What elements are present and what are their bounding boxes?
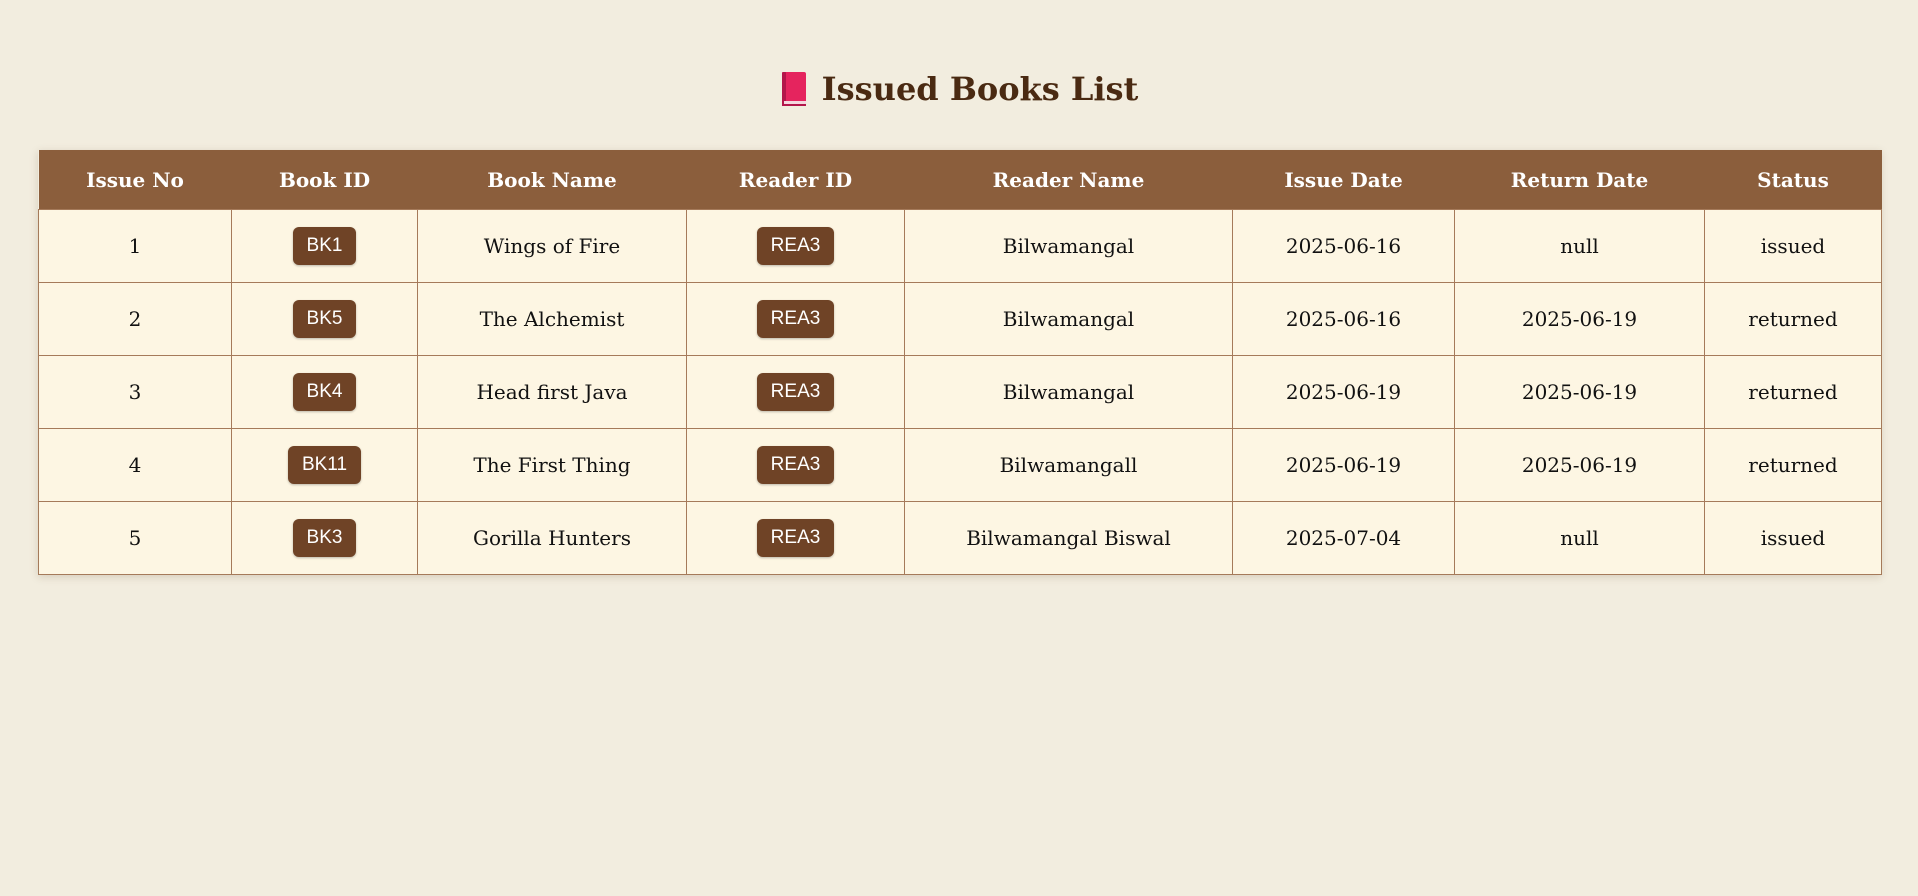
issue-no-cell: 2	[38, 282, 232, 356]
reader-id-badge: REA3	[756, 373, 835, 411]
table-header-row: Issue No Book ID Book Name Reader ID Rea…	[38, 150, 1882, 210]
issue-no-cell: 4	[38, 428, 232, 502]
issue-no-cell: 1	[38, 209, 232, 283]
book-id-cell: BK3	[231, 501, 418, 575]
column-header-book-id: Book ID	[231, 150, 418, 210]
reader-id-cell: REA3	[686, 282, 905, 356]
table-row: 1 BK1 Wings of Fire REA3 Bilwamangal 202…	[38, 209, 1882, 283]
book-id-badge: BK4	[292, 373, 357, 411]
table-row: 5 BK3 Gorilla Hunters REA3 Bilwamangal B…	[38, 501, 1882, 575]
issue-date-cell: 2025-06-19	[1232, 428, 1455, 502]
status-cell: returned	[1704, 355, 1882, 429]
book-id-cell: BK1	[231, 209, 418, 283]
return-date-cell: 2025-06-19	[1454, 428, 1705, 502]
column-header-status: Status	[1704, 150, 1882, 210]
book-id-cell: BK4	[231, 355, 418, 429]
book-name-cell: Gorilla Hunters	[417, 501, 687, 575]
column-header-return-date: Return Date	[1454, 150, 1705, 210]
issued-books-table-container: Issue No Book ID Book Name Reader ID Rea…	[38, 150, 1882, 575]
reader-id-badge: REA3	[756, 300, 835, 338]
return-date-cell: 2025-06-19	[1454, 282, 1705, 356]
reader-id-badge: REA3	[756, 227, 835, 265]
status-cell: issued	[1704, 209, 1882, 283]
issue-date-cell: 2025-06-16	[1232, 209, 1455, 283]
book-name-cell: The First Thing	[417, 428, 687, 502]
reader-name-cell: Bilwamangal Biswal	[904, 501, 1233, 575]
book-name-cell: Wings of Fire	[417, 209, 687, 283]
reader-id-badge: REA3	[756, 446, 835, 484]
page-title-container: Issued Books List	[780, 66, 1139, 112]
reader-id-cell: REA3	[686, 209, 905, 283]
column-header-issue-no: Issue No	[38, 150, 232, 210]
issue-date-cell: 2025-07-04	[1232, 501, 1455, 575]
column-header-book-name: Book Name	[417, 150, 687, 210]
book-id-cell: BK11	[231, 428, 418, 502]
book-id-badge: BK11	[287, 446, 362, 484]
return-date-cell: null	[1454, 209, 1705, 283]
book-id-badge: BK1	[292, 227, 357, 265]
page-title: Issued Books List	[821, 70, 1139, 108]
reader-id-cell: REA3	[686, 501, 905, 575]
closed-book-icon	[780, 71, 808, 107]
table-row: 3 BK4 Head first Java REA3 Bilwamangal 2…	[38, 355, 1882, 429]
column-header-reader-id: Reader ID	[686, 150, 905, 210]
reader-name-cell: Bilwamangall	[904, 428, 1233, 502]
issue-no-cell: 5	[38, 501, 232, 575]
issued-books-table: Issue No Book ID Book Name Reader ID Rea…	[38, 150, 1882, 575]
return-date-cell: null	[1454, 501, 1705, 575]
table-row: 2 BK5 The Alchemist REA3 Bilwamangal 202…	[38, 282, 1882, 356]
book-name-cell: The Alchemist	[417, 282, 687, 356]
book-id-cell: BK5	[231, 282, 418, 356]
book-id-badge: BK5	[292, 300, 357, 338]
reader-name-cell: Bilwamangal	[904, 355, 1233, 429]
reader-name-cell: Bilwamangal	[904, 209, 1233, 283]
status-cell: issued	[1704, 501, 1882, 575]
issue-date-cell: 2025-06-16	[1232, 282, 1455, 356]
reader-name-cell: Bilwamangal	[904, 282, 1233, 356]
status-cell: returned	[1704, 282, 1882, 356]
table-row: 4 BK11 The First Thing REA3 Bilwamangall…	[38, 428, 1882, 502]
reader-id-cell: REA3	[686, 355, 905, 429]
issue-no-cell: 3	[38, 355, 232, 429]
book-name-cell: Head first Java	[417, 355, 687, 429]
page-header: Issued Books List	[0, 66, 1918, 112]
status-cell: returned	[1704, 428, 1882, 502]
reader-id-badge: REA3	[756, 519, 835, 557]
return-date-cell: 2025-06-19	[1454, 355, 1705, 429]
issue-date-cell: 2025-06-19	[1232, 355, 1455, 429]
column-header-issue-date: Issue Date	[1232, 150, 1455, 210]
book-id-badge: BK3	[292, 519, 357, 557]
reader-id-cell: REA3	[686, 428, 905, 502]
column-header-reader-name: Reader Name	[904, 150, 1233, 210]
